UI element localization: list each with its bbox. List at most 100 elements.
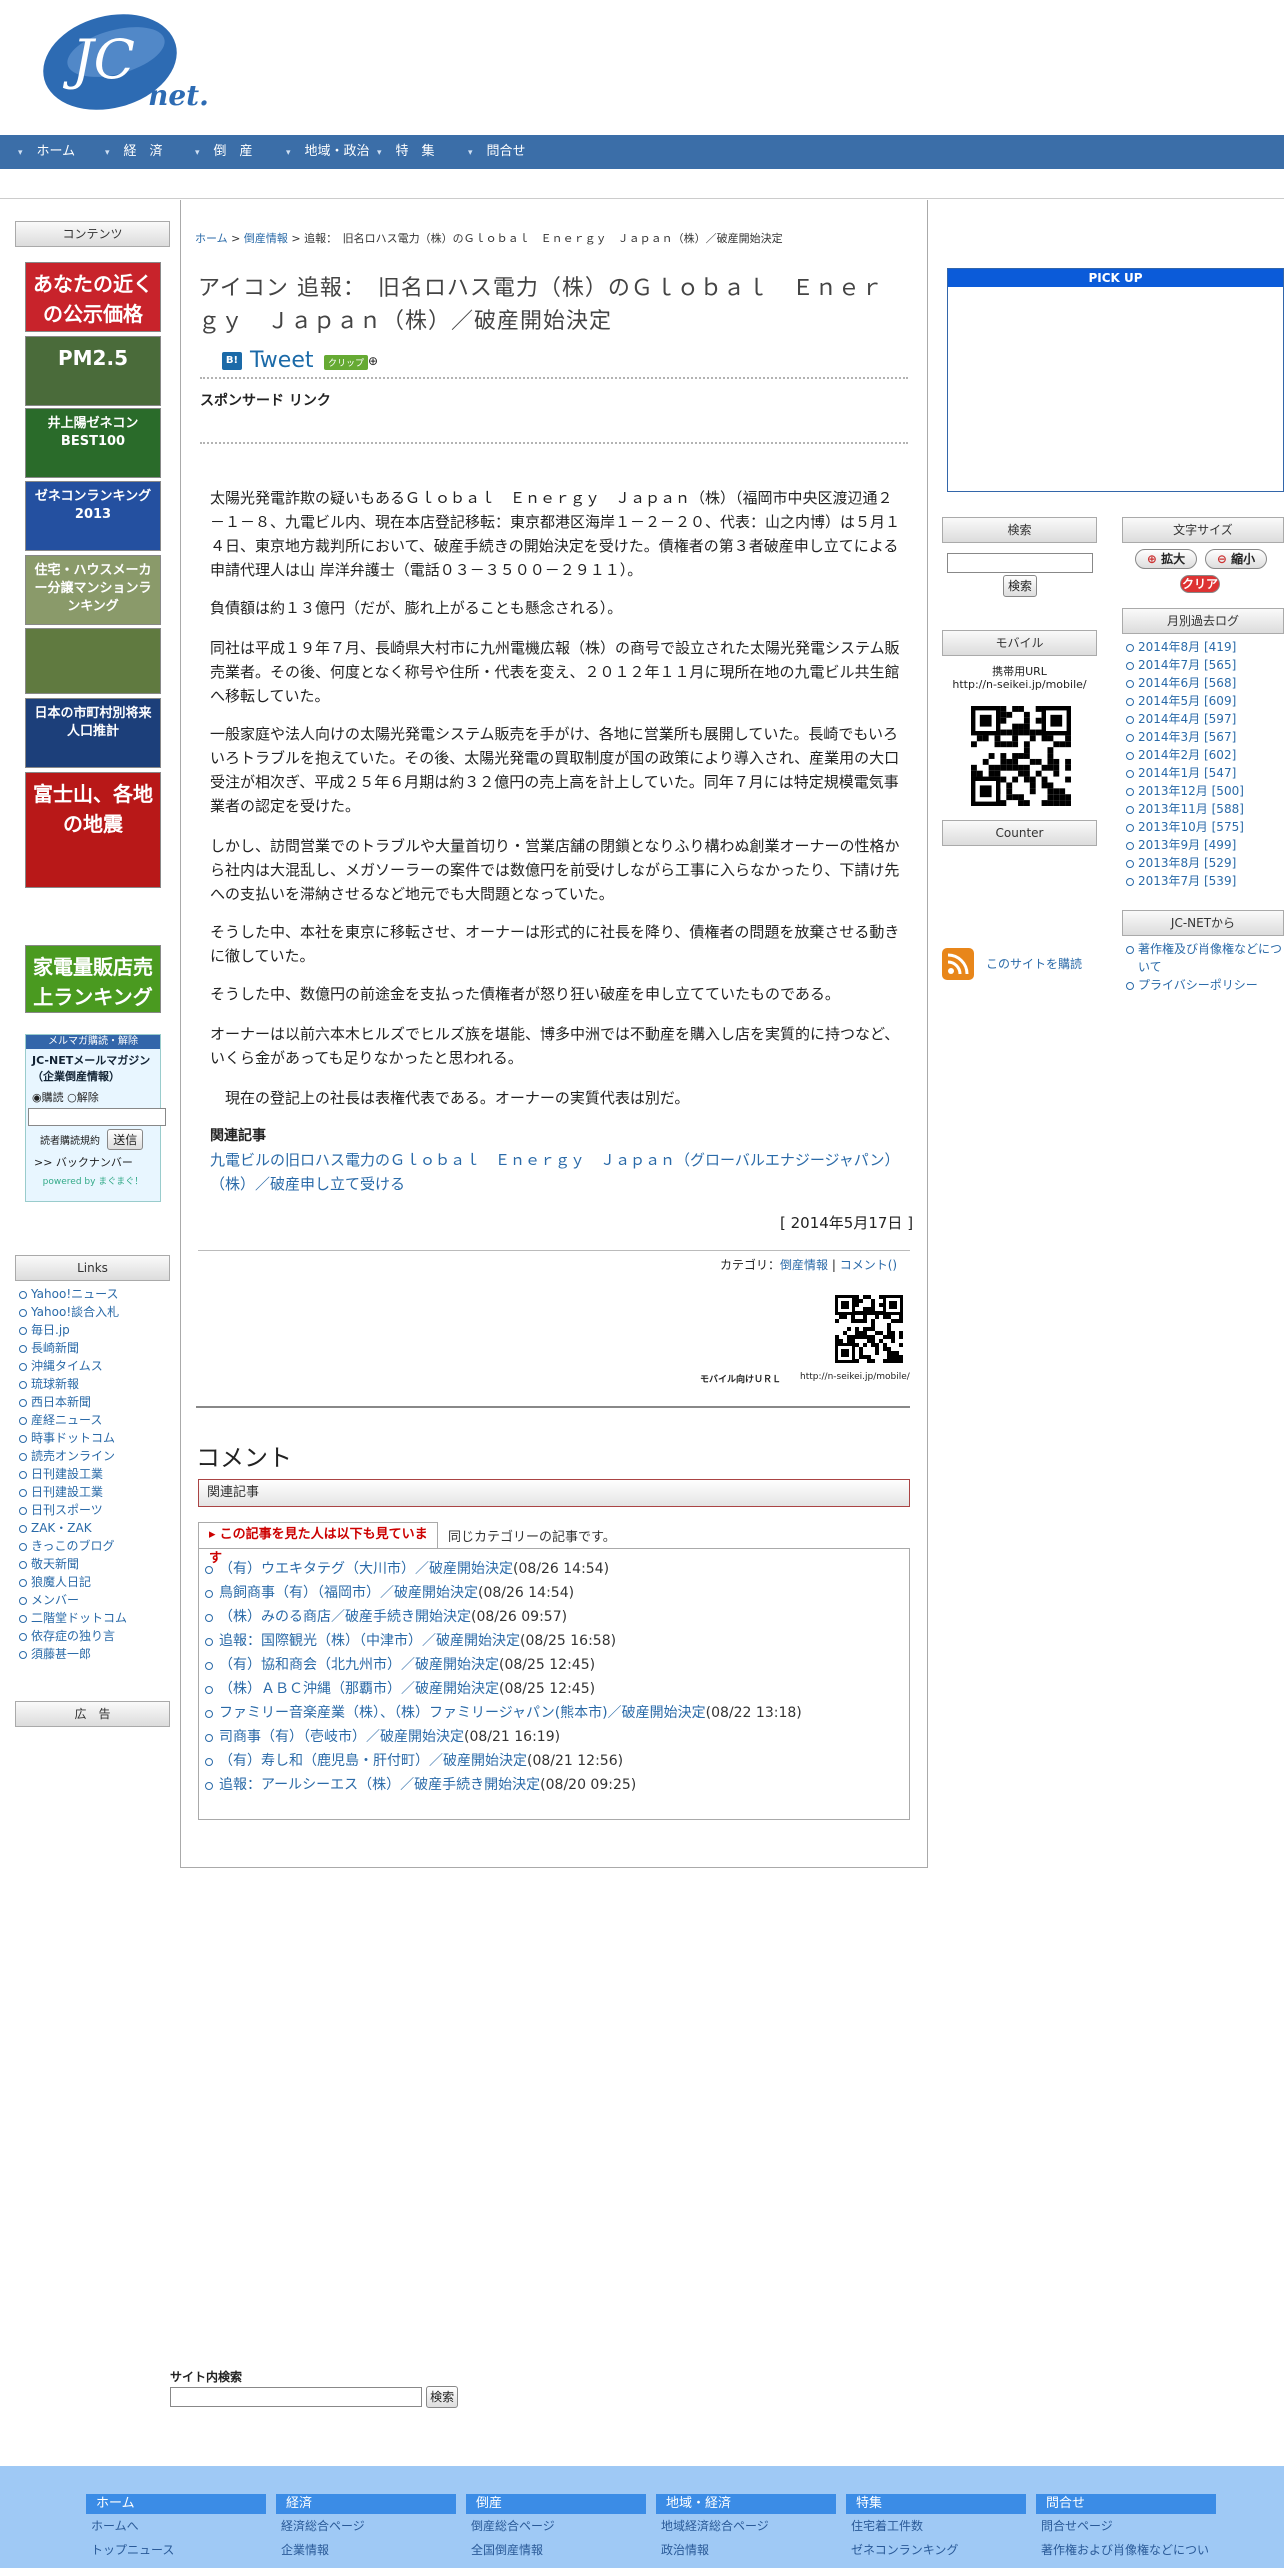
related-item-link[interactable]: 追報：アールシーエス（株）／破産手続き開始決定 [219, 1777, 540, 1793]
archive-item[interactable]: 2013年12月 [500] [1124, 782, 1284, 800]
footer-column-heading[interactable]: ホーム [86, 2494, 266, 2514]
tweet-button[interactable]: Tweet [250, 348, 314, 373]
link-item[interactable]: 琉球新報 [17, 1375, 172, 1393]
archive-item[interactable]: 2014年4月 [597] [1124, 710, 1284, 728]
mailmag-email-input[interactable] [28, 1108, 166, 1126]
archive-item[interactable]: 2014年2月 [602] [1124, 746, 1284, 764]
nav-home[interactable]: ホーム [18, 135, 76, 169]
sidebar-search-input[interactable] [947, 553, 1093, 573]
archive-item[interactable]: 2013年10月 [575] [1124, 818, 1284, 836]
terms-link[interactable]: 読者購読規約 [40, 1136, 100, 1147]
site-search-button[interactable]: 検索 [426, 2385, 459, 2408]
footer-link[interactable]: ゼネコンランキング [846, 2538, 1026, 2562]
link-item[interactable]: 毎日.jp [17, 1321, 172, 1339]
backnumber-link[interactable]: >> バックナンバー [26, 1154, 160, 1170]
footer-column-heading[interactable]: 倒産 [466, 2494, 646, 2514]
site-logo[interactable]: JC net. [30, 10, 220, 120]
tab-same-category[interactable]: 同じカテゴリーの記事です。 [448, 1526, 616, 1545]
comment-link[interactable]: コメント() [840, 1258, 897, 1272]
category-link[interactable]: 倒産情報 [780, 1258, 828, 1272]
archive-item[interactable]: 2014年7月 [565] [1124, 656, 1284, 674]
link-item[interactable]: 長崎新聞 [17, 1339, 172, 1357]
link-item[interactable]: 時事ドットコム [17, 1429, 172, 1447]
link-item[interactable]: メンバー [17, 1591, 172, 1609]
related-item-link[interactable]: 司商事（有）（壱岐市）／破産開始決定 [219, 1729, 464, 1745]
footer-link[interactable]: 経済総合ページ [276, 2514, 456, 2538]
related-item-link[interactable]: （株）みのる商店／破産手続き開始決定 [219, 1609, 471, 1625]
archive-item[interactable]: 2014年1月 [547] [1124, 764, 1284, 782]
shrink-font-button[interactable]: ⊖ 縮小 [1205, 549, 1267, 569]
banner-4[interactable]: ゼネコンランキング2013 [25, 481, 161, 551]
nav-economy[interactable]: 経 済 [105, 135, 163, 169]
link-item[interactable]: 産経ニュース [17, 1411, 172, 1429]
footer-column-heading[interactable]: 特集 [846, 2494, 1026, 2514]
link-item[interactable]: Yahoo!談合入札 [17, 1303, 172, 1321]
banner-3[interactable]: 井上陽ゼネコンBEST100 [25, 408, 161, 478]
archive-item[interactable]: 2013年11月 [588] [1124, 800, 1284, 818]
footer-link[interactable]: 企業情報 [276, 2538, 456, 2562]
related-item-link[interactable]: ファミリー音楽産業（株）、（株）ファミリージャパン(熊本市)／破産開始決定 [219, 1705, 706, 1721]
banner-8[interactable]: 富士山、各地の地震 [25, 772, 161, 888]
footer-link[interactable]: トップニュース [86, 2538, 266, 2562]
site-search-input[interactable] [170, 2387, 422, 2407]
archive-item[interactable]: 2014年5月 [609] [1124, 692, 1284, 710]
nav-region-politics[interactable]: 地域・政治 [286, 135, 370, 169]
tab-also-viewed[interactable]: ▸ この記事を見た人は以下も見ています [198, 1522, 438, 1566]
link-item[interactable]: 二階堂ドットコム [17, 1609, 172, 1627]
footer-column-heading[interactable]: 地域・経済 [656, 2494, 836, 2514]
link-item[interactable]: 日刊スポーツ [17, 1501, 172, 1519]
rss-icon[interactable] [942, 948, 974, 980]
link-item[interactable]: 須藤甚一郎 [17, 1645, 172, 1663]
related-item-link[interactable]: （有）ウエキタテグ（大川市）／破産開始決定 [219, 1561, 513, 1577]
subscribe-radio[interactable]: ◉ [32, 1091, 42, 1104]
archive-item[interactable]: 2014年8月 [419] [1124, 638, 1284, 656]
footer-link[interactable]: ホームへ [86, 2514, 266, 2538]
archive-item[interactable]: 2013年8月 [529] [1124, 854, 1284, 872]
link-item[interactable]: Yahoo!ニュース [17, 1285, 172, 1303]
banner-1[interactable]: あなたの近くの公示価格 [25, 262, 161, 332]
nav-feature[interactable]: 特 集 [377, 135, 435, 169]
clear-font-button[interactable]: クリア [1180, 575, 1220, 593]
related-article-link[interactable]: 九電ビルの旧ロハス電力のＧｌｏｂａｌ Ｅｎｅｒｇｙ Ｊａｐａｎ（グローバルエナジ… [210, 1151, 900, 1193]
breadcrumb-home[interactable]: ホーム [195, 232, 228, 245]
banner-5[interactable]: 住宅・ハウスメーカー分譲マンションランキング [25, 555, 161, 625]
footer-link[interactable]: 政治情報 [656, 2538, 836, 2562]
enlarge-font-button[interactable]: ⊕ 拡大 [1135, 549, 1197, 569]
unsubscribe-radio[interactable]: ○ [67, 1091, 77, 1104]
hatena-bookmark-icon[interactable]: B! [222, 352, 242, 370]
archive-item[interactable]: 2013年7月 [539] [1124, 872, 1284, 890]
related-item-link[interactable]: 鳥飼商事（有）（福岡市）／破産開始決定 [219, 1585, 478, 1601]
jcnet-link[interactable]: プライバシーポリシー [1124, 976, 1284, 994]
link-item[interactable]: 日刊建設工業 [17, 1483, 172, 1501]
related-item-link[interactable]: 追報：国際観光（株）（中津市）／破産開始決定 [219, 1633, 520, 1649]
footer-column-heading[interactable]: 経済 [276, 2494, 456, 2514]
footer-link[interactable]: 問合せページ [1036, 2514, 1216, 2538]
archive-item[interactable]: 2014年6月 [568] [1124, 674, 1284, 692]
footer-link[interactable]: 全国倒産情報 [466, 2538, 646, 2562]
subscribe-link[interactable]: このサイトを購読 [986, 955, 1082, 972]
footer-link[interactable]: 住宅着工件数 [846, 2514, 1026, 2538]
clip-button[interactable]: クリップ [324, 355, 369, 370]
link-item[interactable]: ZAK・ZAK [17, 1519, 172, 1537]
nav-bankruptcy[interactable]: 倒 産 [195, 135, 253, 169]
link-item[interactable]: 沖縄タイムス [17, 1357, 172, 1375]
related-item-link[interactable]: （有）協和商会（北九州市）／破産開始決定 [219, 1657, 499, 1673]
banner-7[interactable]: 日本の市町村別将来人口推計 [25, 698, 161, 768]
footer-link[interactable]: 著作権および肖像権などについて [1036, 2538, 1216, 2568]
link-item[interactable]: 西日本新聞 [17, 1393, 172, 1411]
footer-link[interactable]: 倒産総合ページ [466, 2514, 646, 2538]
link-item[interactable]: 敬天新聞 [17, 1555, 172, 1573]
banner-6[interactable] [25, 628, 161, 694]
breadcrumb-category[interactable]: 倒産情報 [244, 232, 288, 245]
banner-2[interactable]: PM2.5 [25, 336, 161, 406]
banner-9[interactable]: 家電量販店売上ランキング [25, 945, 161, 1013]
mailmag-send-button[interactable]: 送信 [107, 1129, 144, 1150]
sidebar-search-button[interactable]: 検索 [1003, 575, 1037, 597]
link-item[interactable]: きっこのブログ [17, 1537, 172, 1555]
related-item-link[interactable]: （株）ＡＢＣ沖縄（那覇市）／破産開始決定 [219, 1681, 499, 1697]
nav-contact[interactable]: 問合せ [468, 135, 526, 169]
jcnet-link[interactable]: 著作権及び肖像権などについて [1124, 940, 1284, 976]
footer-column-heading[interactable]: 問合せ [1036, 2494, 1216, 2514]
archive-item[interactable]: 2013年9月 [499] [1124, 836, 1284, 854]
link-item[interactable]: 日刊建設工業 [17, 1465, 172, 1483]
